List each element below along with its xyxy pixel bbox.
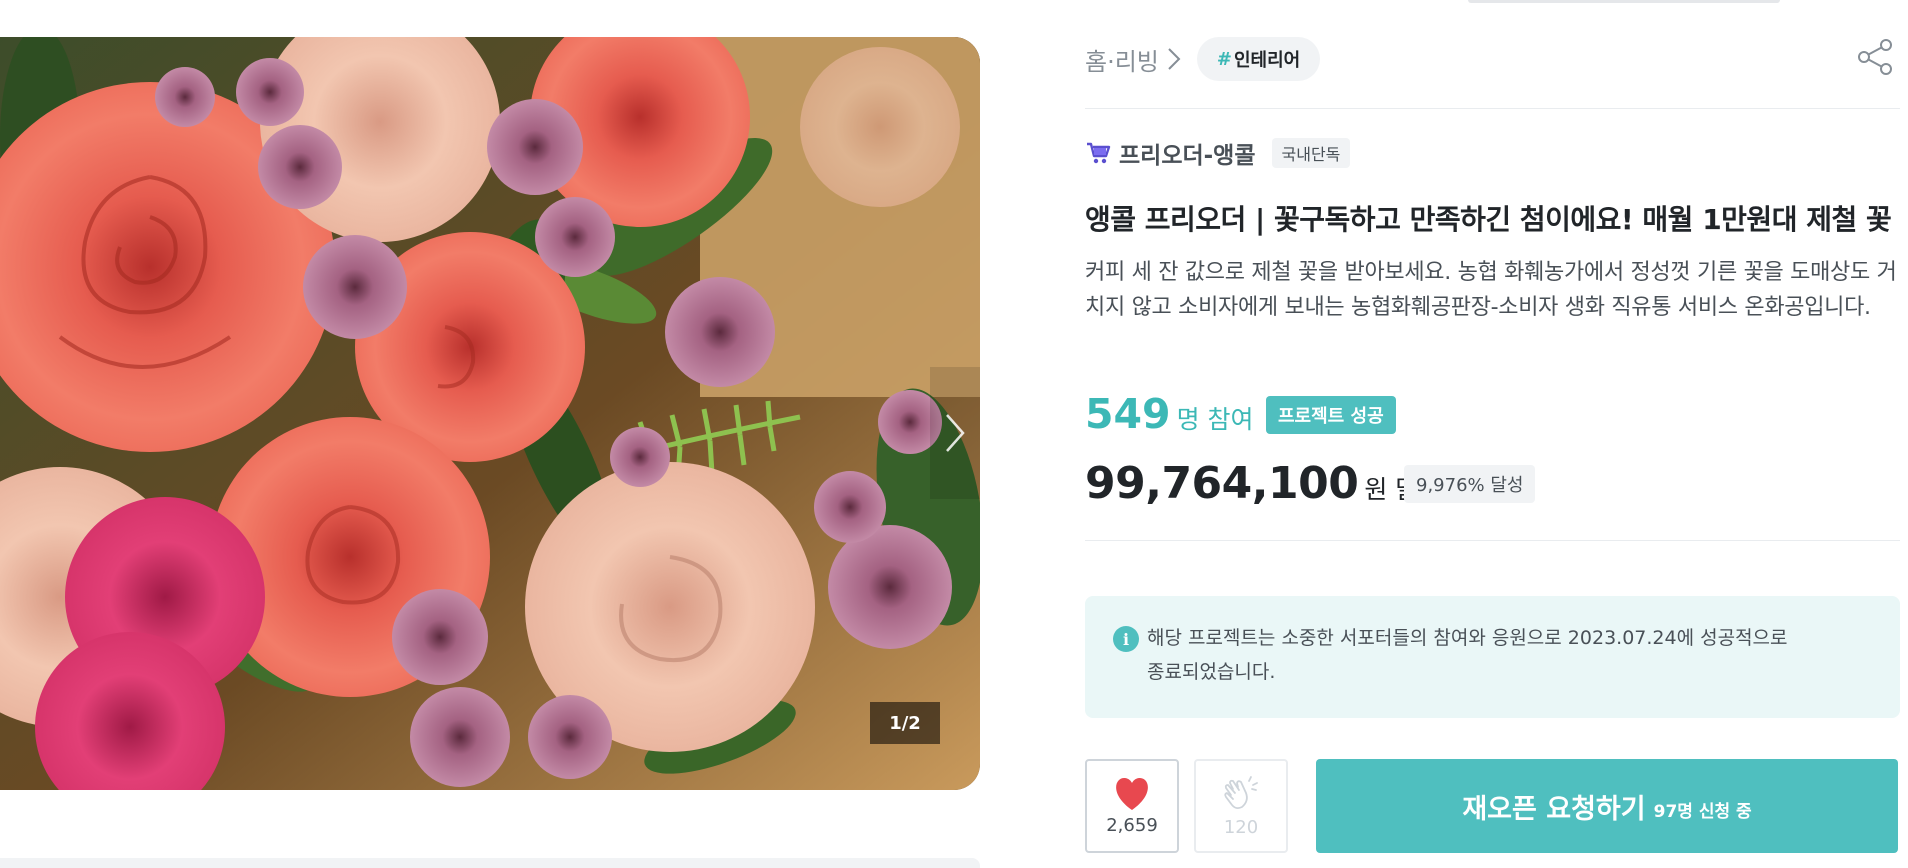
chevron-right-icon	[946, 414, 965, 452]
info-icon: i	[1113, 626, 1139, 652]
reopen-request-button[interactable]: 재오픈 요청하기 97명 신청 중	[1316, 759, 1898, 853]
amount-number: 99,764,100	[1085, 458, 1359, 509]
top-edge-hint	[1468, 0, 1780, 3]
divider	[1085, 108, 1900, 109]
project-description: 커피 세 잔 값으로 제철 꽃을 받아보세요. 농협 화훼농가에서 정성껏 기른…	[1085, 260, 1897, 320]
share-button[interactable]	[1856, 37, 1896, 77]
breadcrumb: 홈·리빙 # 인테리어	[1085, 37, 1321, 81]
notice-text: 해당 프로젝트는 소중한 서포터들의 참여와 응원으로 2023.07.24에 …	[1147, 627, 1788, 683]
cheer-button[interactable]: 120	[1194, 759, 1288, 853]
tag-hash: #	[1216, 48, 1232, 70]
breadcrumb-category[interactable]: 홈·리빙	[1085, 42, 1159, 77]
participant-unit: 명 참여	[1176, 405, 1254, 434]
reopen-label: 재오픈 요청하기	[1462, 793, 1646, 825]
maker-badge: 국내단독	[1271, 138, 1351, 168]
divider	[1085, 540, 1900, 541]
project-ended-notice: i 해당 프로젝트는 소중한 서포터들의 참여와 응원으로 2023.07.24…	[1085, 596, 1900, 718]
achievement-rate-badge: 9,976% 달성	[1404, 465, 1536, 503]
participant-count: 549 명 참여	[1085, 390, 1254, 440]
gallery-counter: 1/2	[870, 702, 940, 744]
like-count: 2,659	[1106, 814, 1158, 836]
product-photo	[0, 37, 980, 790]
funded-amount: 99,764,100 원 달성	[1085, 458, 1441, 510]
gallery-next-button[interactable]	[930, 367, 980, 499]
category-tag[interactable]: # 인테리어	[1196, 37, 1321, 81]
status-badge: 프로젝트 성공	[1266, 396, 1396, 434]
cheer-count: 120	[1223, 816, 1259, 838]
clap-hands-icon	[1224, 775, 1258, 809]
product-image-gallery[interactable]	[0, 37, 980, 790]
heart-icon	[1116, 777, 1148, 810]
cart-icon	[1087, 142, 1111, 164]
share-icon	[1858, 39, 1892, 75]
maker-name[interactable]: 프리오더-앵콜	[1119, 136, 1256, 170]
tag-label: 인테리어	[1233, 50, 1301, 71]
like-button[interactable]: 2,659	[1085, 759, 1179, 853]
project-title: 앵콜 프리오더 | 꽃구독하고 만족하긴 첨이에요! 매월 1만원대 제철 꽃	[1085, 203, 1892, 236]
reopen-request-count: 97명 신청 중	[1653, 801, 1752, 822]
chevron-right-icon	[1167, 47, 1181, 71]
section-edge	[0, 858, 980, 868]
participant-number: 549	[1085, 390, 1171, 438]
maker-row: 프리오더-앵콜 국내단독	[1085, 136, 1351, 170]
